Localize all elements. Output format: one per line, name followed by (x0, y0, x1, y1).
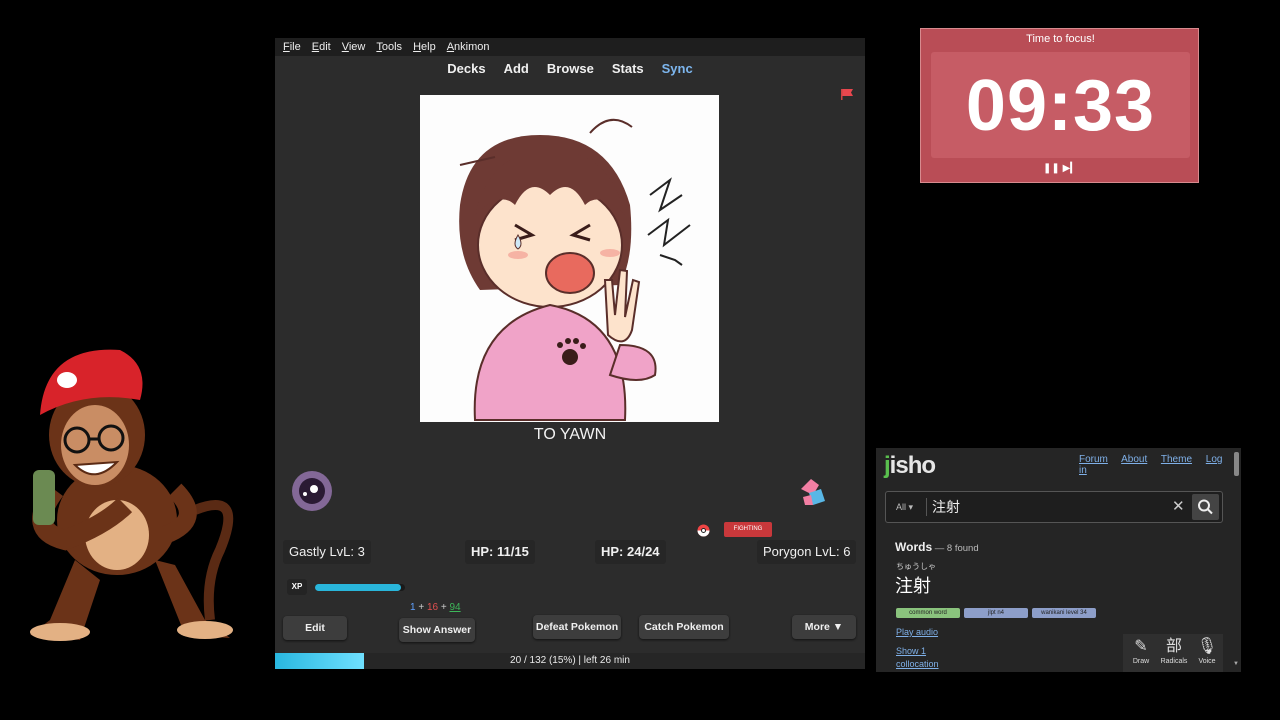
menu-help[interactable]: Help (413, 41, 436, 53)
progress-bar: 20 / 132 (15%) | left 26 min (275, 653, 865, 669)
draw-tool[interactable]: ✎ Draw (1125, 636, 1157, 665)
words-heading: Words — 8 found (895, 540, 979, 554)
more-button[interactable]: More ▼ (792, 615, 856, 639)
tag-common-word: common word (896, 608, 960, 618)
jisho-logo[interactable]: jisho (884, 452, 936, 480)
search-input[interactable]: 注射 (932, 497, 960, 517)
toolbar-decks[interactable]: Decks (447, 61, 485, 76)
menu-bar: File Edit View Tools Help Ankimon (275, 38, 865, 56)
nav-theme[interactable]: Theme (1161, 454, 1192, 465)
learn-count: 16 (426, 602, 439, 613)
progress-text: 20 / 132 (15%) | left 26 min (510, 655, 630, 666)
search-box: All ▾ 注射 ✕ (885, 491, 1223, 523)
porygon-sprite (801, 479, 825, 505)
jisho-window: jisho Forum About Theme Log in ▼ All ▾ 注… (876, 448, 1241, 672)
tag-jlpt: jlpt n4 (964, 608, 1028, 618)
timer-display: 09:33 (931, 52, 1190, 158)
menu-view[interactable]: View (342, 41, 366, 53)
jisho-nav: Forum About Theme Log in (1079, 454, 1241, 476)
draw-label: Draw (1132, 658, 1150, 665)
clear-icon[interactable]: ✕ (1172, 497, 1185, 515)
enemy-pokemon-level: Porygon LvL: 6 (757, 540, 857, 564)
radicals-tool[interactable]: 部 Radicals (1158, 636, 1190, 665)
toolbar-add[interactable]: Add (504, 61, 529, 76)
search-scope-select[interactable]: All ▾ (896, 502, 913, 513)
gastly-sprite (292, 471, 332, 511)
nav-forum[interactable]: Forum (1079, 454, 1108, 465)
show-collocation-link[interactable]: Show 1 collocation (896, 645, 956, 671)
menu-tools[interactable]: Tools (376, 41, 402, 53)
radical-icon: 部 (1165, 638, 1182, 655)
due-counts: 1 + 16 + 94 (410, 602, 461, 613)
menu-file[interactable]: File (283, 41, 301, 53)
catch-pokemon-button[interactable]: Catch Pokemon (639, 615, 729, 639)
menu-ankimon[interactable]: Ankimon (447, 41, 490, 53)
defeat-pokemon-button[interactable]: Defeat Pokemon (533, 615, 621, 639)
show-answer-button[interactable]: Show Answer (399, 618, 475, 642)
menu-edit[interactable]: Edit (312, 41, 331, 53)
card-image (420, 95, 719, 422)
toolbar-stats[interactable]: Stats (612, 61, 644, 76)
scroll-down-arrow[interactable]: ▼ (1233, 661, 1239, 667)
xp-bar-fill (315, 584, 401, 591)
voice-tool[interactable]: 🎙 Voice (1191, 636, 1223, 665)
scrollbar-thumb[interactable] (1234, 452, 1239, 476)
count-separator: + (418, 602, 425, 613)
player-hp: HP: 11/15 (465, 540, 535, 564)
focus-timer: Time to focus! 09:33 ❚❚ ▶▎ (920, 28, 1199, 183)
toolbar-sync[interactable]: Sync (662, 61, 693, 76)
flag-icon[interactable] (841, 89, 853, 100)
anki-window: File Edit View Tools Help Ankimon Decks … (275, 38, 865, 669)
microphone-icon: 🎙 (1196, 638, 1218, 655)
edit-button[interactable]: Edit (283, 616, 347, 640)
xp-bar (315, 584, 405, 591)
main-toolbar: Decks Add Browse Stats Sync (275, 56, 865, 80)
new-count: 1 (410, 602, 416, 613)
pokeball-icon (697, 524, 710, 537)
toolbar-browse[interactable]: Browse (547, 61, 594, 76)
found-count: — 8 found (932, 543, 979, 554)
player-pokemon-level: Gastly LvL: 3 (283, 540, 371, 564)
search-icon (1198, 499, 1213, 515)
xp-label: XP (287, 579, 307, 595)
tag-wanikani: wanikani level 34 (1032, 608, 1096, 618)
input-tools: ✎ Draw 部 Radicals 🎙 Voice (1123, 634, 1223, 672)
count-separator: + (440, 602, 447, 613)
search-divider (926, 498, 927, 516)
enemy-type-badge: FIGHTING (724, 522, 772, 537)
enemy-hp: HP: 24/24 (595, 540, 666, 564)
search-button[interactable] (1192, 494, 1219, 520)
timer-time: 09:33 (965, 66, 1156, 146)
furigana: ちゅうしゃ (896, 562, 936, 571)
radicals-label: Radicals (1160, 658, 1188, 665)
nav-about[interactable]: About (1121, 454, 1147, 465)
timer-controls[interactable]: ❚❚ ▶▎ (921, 163, 1200, 174)
words-label: Words (895, 540, 933, 554)
card-front-text: TO YAWN (533, 426, 607, 443)
streamer-avatar (30, 349, 234, 641)
logo-text: isho (889, 452, 936, 479)
play-audio-link[interactable]: Play audio (896, 627, 938, 637)
result-word: 注射 (895, 576, 931, 597)
review-count: 94 (449, 602, 461, 613)
pencil-icon: ✎ (1134, 638, 1148, 655)
timer-title: Time to focus! (1026, 33, 1095, 45)
voice-label: Voice (1198, 658, 1216, 665)
